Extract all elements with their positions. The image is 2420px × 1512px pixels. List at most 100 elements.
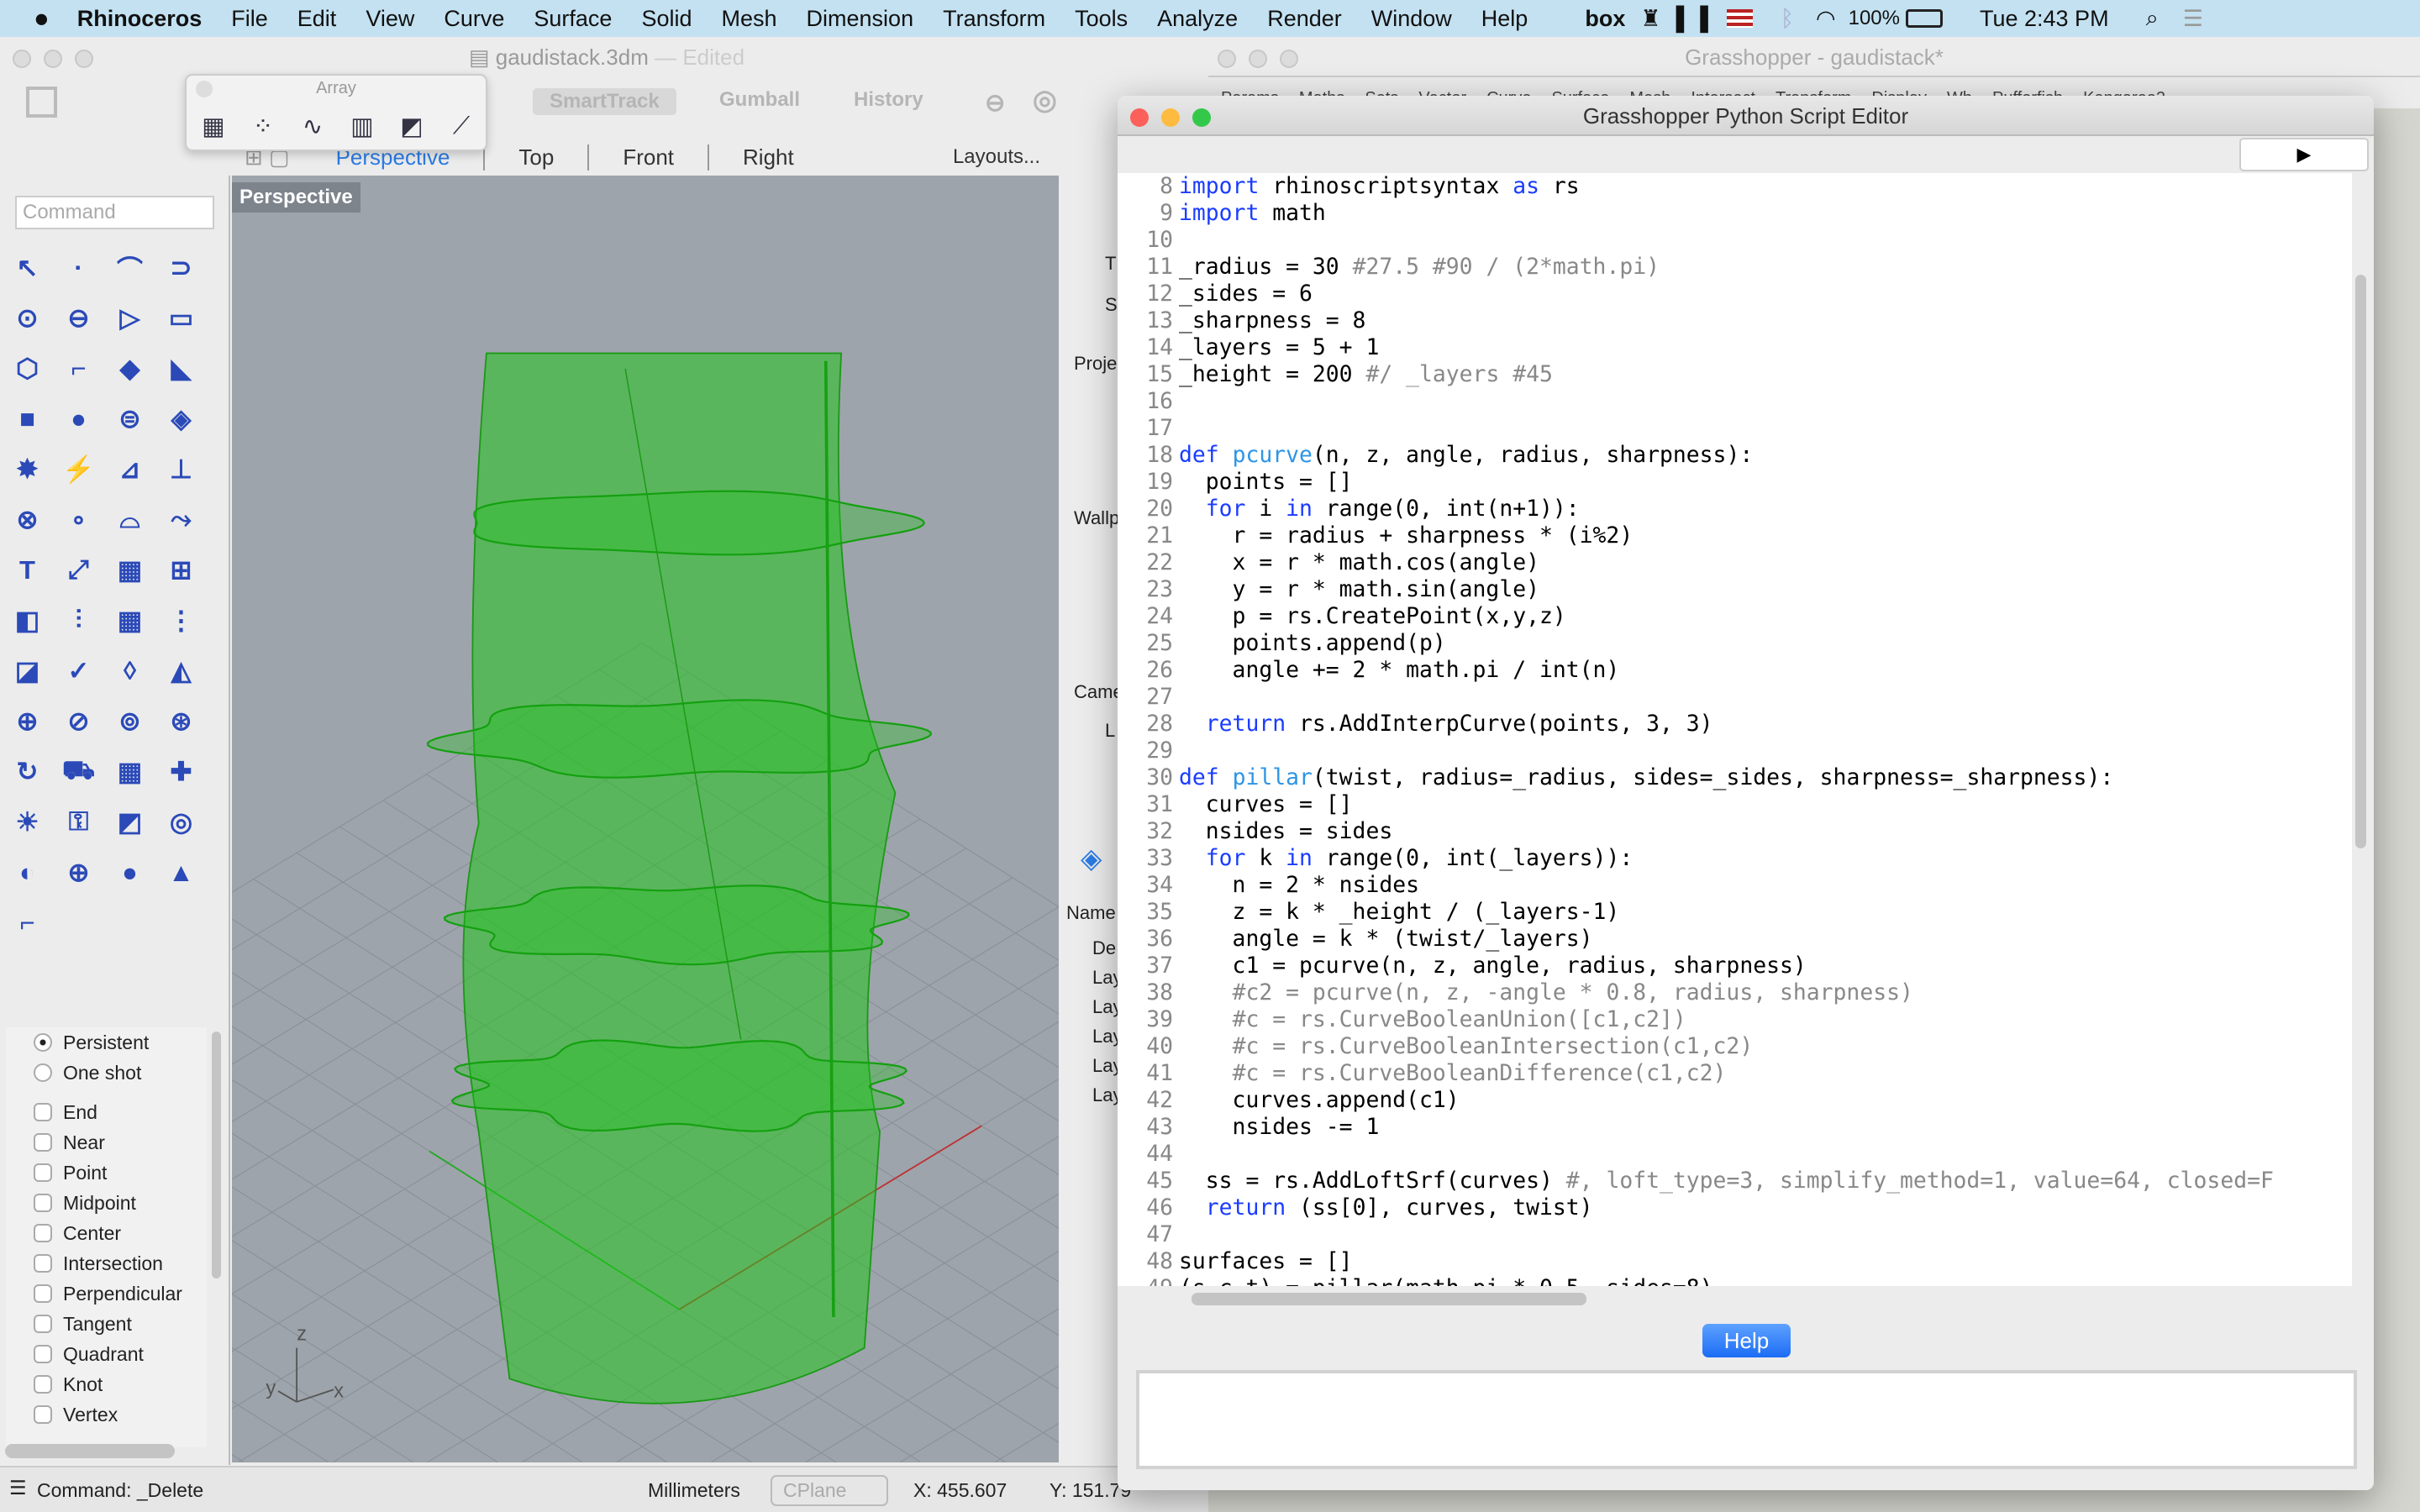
osnap-point[interactable]: Point <box>6 1158 207 1188</box>
array-along-curve-icon[interactable]: ∿ <box>292 105 334 147</box>
mirror-icon[interactable]: ⊞ <box>160 549 203 591</box>
solid-box-icon[interactable]: ◧ <box>6 599 49 642</box>
gh-close-button[interactable] <box>1218 50 1236 69</box>
code-line[interactable]: 45 ss = rs.AddLoftSrf(curves) #, loft_ty… <box>1118 1168 2352 1194</box>
code-line[interactable]: 47 <box>1118 1221 2352 1248</box>
sphere-icon[interactable]: ● <box>108 851 151 894</box>
units[interactable]: Millimeters <box>648 1479 740 1502</box>
battery-percent[interactable]: 100% <box>1849 7 1900 30</box>
grid-icon[interactable]: ▦ <box>108 750 151 793</box>
code-line[interactable]: 13 _sharpness = 8 <box>1118 307 2352 334</box>
osnap-toggle-icon[interactable]: ⊖ <box>985 88 1005 118</box>
spotlight-search-icon[interactable]: ⌕ <box>2146 5 2159 32</box>
record-icon[interactable]: ◎ <box>1033 83 1057 116</box>
lock-icon[interactable]: ⚿ <box>57 801 100 843</box>
wifi-icon[interactable]: ◠ <box>1816 6 1836 32</box>
scale-icon[interactable]: ⤢ <box>57 549 100 591</box>
code-line[interactable]: 18 def pcurve(n, z, angle, radius, sharpn… <box>1118 442 2352 469</box>
menu-curve[interactable]: Curve <box>444 6 504 32</box>
polar-array-icon[interactable]: ⁘ <box>242 105 284 147</box>
code-line[interactable]: 8 import rhinoscriptsyntax as rs <box>1118 173 2352 200</box>
code-line[interactable]: 26 angle += 2 * math.pi / int(n) <box>1118 657 2352 684</box>
layers-icon[interactable]: ◈ <box>1081 842 1102 874</box>
code-editor[interactable]: 8 import rhinoscriptsyntax as rs 9 import m… <box>1118 173 2352 1286</box>
code-line[interactable]: 46 return (ss[0], curves, twist) <box>1118 1194 2352 1221</box>
texture-icon[interactable]: ◭ <box>160 649 203 692</box>
osnap-tangent[interactable]: Tangent <box>6 1309 207 1339</box>
menu-view[interactable]: View <box>366 6 414 32</box>
code-line[interactable]: 31 curves = [] <box>1118 791 2352 818</box>
group-icon[interactable]: ⊗ <box>6 498 49 541</box>
editor-close-button[interactable] <box>1130 108 1149 128</box>
code-line[interactable]: 49(s,c,t) = pillar(math.pi * 0.5, sides=… <box>1118 1275 2352 1286</box>
polygon-icon[interactable]: ▷ <box>108 297 151 339</box>
trim-icon[interactable]: ⊿ <box>108 448 151 491</box>
circle-icon[interactable]: ⊙ <box>6 297 49 339</box>
polyline-icon[interactable]: ⌒ <box>108 246 151 289</box>
viewport-label[interactable]: Perspective <box>232 182 360 213</box>
grid-array-icon[interactable]: ▦ <box>108 599 151 642</box>
osnap-knot[interactable]: Knot <box>6 1369 207 1399</box>
ellipse-icon[interactable]: ⊖ <box>57 297 100 339</box>
menu-app[interactable]: Rhinoceros <box>77 6 203 32</box>
code-line[interactable]: 17 <box>1118 415 2352 442</box>
osnap-intersection[interactable]: Intersection <box>6 1248 207 1278</box>
car-icon[interactable]: ⛟ <box>57 750 100 793</box>
code-line[interactable]: 11 _radius = 30 #27.5 #90 / (2*math.pi) <box>1118 254 2352 281</box>
code-hscrollbar[interactable] <box>1192 1293 1586 1305</box>
box-icon[interactable]: ■ <box>6 397 49 440</box>
split-icon[interactable]: ⚡ <box>57 448 100 491</box>
align-icon[interactable]: ⋮ <box>160 599 203 642</box>
surface-icon[interactable]: ◆ <box>108 347 151 390</box>
code-line[interactable]: 29 <box>1118 738 2352 764</box>
rotate-view-icon[interactable]: ↻ <box>6 750 49 793</box>
help-button[interactable]: Help <box>1702 1324 1791 1357</box>
checkbox[interactable] <box>34 1103 52 1121</box>
tab-top[interactable]: Top <box>485 144 590 171</box>
code-line[interactable]: 16 <box>1118 388 2352 415</box>
tab-front[interactable]: Front <box>589 144 710 171</box>
edit-icon[interactable]: ◪ <box>6 649 49 692</box>
code-line[interactable]: 20 for i in range(0, int(n+1)): <box>1118 496 2352 522</box>
mesh-plane-icon[interactable]: ◈ <box>160 397 203 440</box>
array-surface-icon[interactable]: ▥ <box>341 105 383 147</box>
arc-icon[interactable]: ⌓ <box>108 498 151 541</box>
hexagon-icon[interactable]: ⬡ <box>6 347 49 390</box>
menu-solid[interactable]: Solid <box>641 6 692 32</box>
checkbox[interactable] <box>34 1375 52 1394</box>
gh-minimize-button[interactable] <box>1249 50 1267 69</box>
osnap-perpendicular[interactable]: Perpendicular <box>6 1278 207 1309</box>
osnap-scrollbar[interactable] <box>212 1032 221 1278</box>
menu-mesh[interactable]: Mesh <box>722 6 777 32</box>
code-line[interactable]: 43 nsides -= 1 <box>1118 1114 2352 1141</box>
zoom-target-icon[interactable]: ⊛ <box>160 700 203 743</box>
osnap-vertex[interactable]: Vertex <box>6 1399 207 1430</box>
code-line[interactable]: 14 _layers = 5 + 1 <box>1118 334 2352 361</box>
code-line[interactable]: 41 #c = rs.CurveBooleanDifference(c1,c2) <box>1118 1060 2352 1087</box>
snapshot-icon[interactable]: ✚ <box>160 750 203 793</box>
history-button[interactable]: History <box>854 88 923 112</box>
editor-minimize-button[interactable] <box>1161 108 1180 128</box>
apple-icon[interactable]: ● <box>34 3 50 34</box>
menu-file[interactable]: File <box>231 6 268 32</box>
close-button[interactable] <box>13 50 31 69</box>
menu-surface[interactable]: Surface <box>534 6 612 32</box>
render-icon[interactable]: ◩ <box>108 801 151 843</box>
zoom-selected-icon[interactable]: ⊘ <box>57 700 100 743</box>
curve-icon[interactable]: ⊃ <box>160 246 203 289</box>
code-line[interactable]: 19 points = [] <box>1118 469 2352 496</box>
code-line[interactable]: 48 surfaces = [] <box>1118 1248 2352 1275</box>
code-line[interactable]: 22 x = r * math.cos(angle) <box>1118 549 2352 576</box>
clock[interactable]: Tue 2:43 PM <box>1980 6 2109 32</box>
battery-icon[interactable] <box>1905 9 1943 28</box>
code-line[interactable]: 42 curves.append(c1) <box>1118 1087 2352 1114</box>
menu-help[interactable]: Help <box>1481 6 1528 32</box>
command-history-icon[interactable]: ☰ <box>9 1477 27 1499</box>
check-icon[interactable]: ✓ <box>57 649 100 692</box>
select-arrow-icon[interactable]: ↖ <box>6 246 49 289</box>
code-line[interactable]: 21 r = radius + sharpness * (i%2) <box>1118 522 2352 549</box>
boolean-icon[interactable]: ● <box>57 397 100 440</box>
command-input[interactable]: Command <box>15 196 214 229</box>
array-surface-curve-icon[interactable]: ◩ <box>391 105 433 147</box>
rectangle-icon[interactable]: ▭ <box>160 297 203 339</box>
